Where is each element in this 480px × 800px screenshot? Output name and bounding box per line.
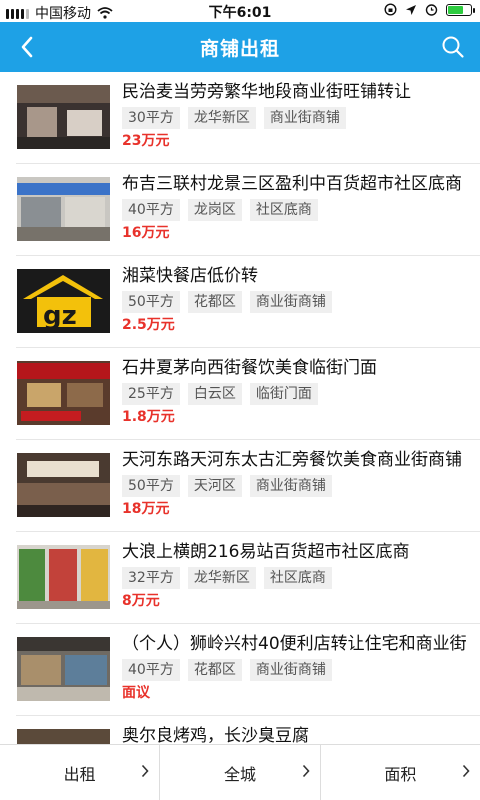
- district-tag: 龙华新区: [187, 107, 256, 129]
- listing-list[interactable]: 民治麦当劳旁繁华地段商业街旺铺转让 30平方 龙华新区 商业街商铺 23万元 布…: [0, 72, 480, 744]
- listing-photo: [17, 729, 110, 744]
- area-tag: 40平方: [122, 659, 180, 681]
- listing-price: 16万元: [122, 225, 170, 241]
- search-icon: [442, 36, 464, 58]
- type-tag: 商业街商铺: [249, 659, 332, 681]
- filter-label: 全城: [223, 764, 256, 784]
- listing-item[interactable]: 石井夏茅向西街餐饮美食临街门面 25平方 白云区 临街门面 1.8万元: [16, 348, 480, 440]
- listing-item[interactable]: 民治麦当劳旁繁华地段商业街旺铺转让 30平方 龙华新区 商业街商铺 23万元: [16, 72, 480, 164]
- filter-bar: 出租 全城 面积: [0, 744, 480, 800]
- listing-price: 8万元: [122, 593, 160, 609]
- chevron-right-icon: [142, 764, 149, 778]
- listing-price: 1.8万元: [122, 409, 175, 425]
- listing-item[interactable]: 大浪上横朗216易站百货超市社区底商 32平方 龙华新区 社区底商 8万元: [16, 532, 480, 624]
- type-tag: 社区底商: [263, 567, 332, 589]
- nav-header: 商铺出租: [0, 22, 480, 72]
- listing-title: 民治麦当劳旁繁华地段商业街旺铺转让: [122, 82, 411, 102]
- back-button[interactable]: [14, 34, 40, 60]
- status-right: [384, 3, 475, 16]
- listing-price: 18万元: [122, 501, 170, 517]
- filter-rent-type[interactable]: 出租: [0, 745, 159, 800]
- status-bar: 中国移动 下午6:01: [0, 0, 480, 22]
- listing-item[interactable]: 布吉三联村龙景三区盈利中百货超市社区底商 40平方 龙岗区 社区底商 16万元: [16, 164, 480, 256]
- listing-title: 天河东路天河东太古汇旁餐饮美食商业街商铺: [122, 450, 462, 470]
- listing-photo: [17, 453, 110, 517]
- area-tag: 50平方: [122, 475, 180, 497]
- listing-photo: [17, 545, 110, 609]
- svg-text:gz: gz: [43, 301, 77, 331]
- filter-label: 出租: [63, 764, 96, 784]
- district-tag: 龙华新区: [187, 567, 256, 589]
- listing-item[interactable]: （个人）狮岭兴村40便利店转让住宅和商业街 40平方 花都区 商业街商铺 面议: [16, 624, 480, 716]
- type-tag: 商业街商铺: [249, 475, 332, 497]
- district-tag: 花都区: [187, 659, 242, 681]
- battery-icon: [446, 3, 475, 16]
- listing-title: 大浪上横朗216易站百货超市社区底商: [122, 542, 410, 562]
- location-icon: [406, 4, 416, 15]
- district-tag: 天河区: [187, 475, 242, 497]
- chevron-right-icon: [462, 764, 470, 778]
- listing-title: 湘菜快餐店低价转: [122, 266, 258, 286]
- rotation-lock-icon: [384, 3, 397, 16]
- area-tag: 25平方: [122, 383, 180, 405]
- listing-item[interactable]: 天河东路天河东太古汇旁餐饮美食商业街商铺 50平方 天河区 商业街商铺 18万元: [16, 440, 480, 532]
- listing-photo: [17, 85, 110, 149]
- listing-photo: gz: [17, 269, 110, 333]
- filter-area[interactable]: 面积: [319, 745, 480, 800]
- listing-title: （个人）狮岭兴村40便利店转让住宅和商业街: [122, 634, 467, 654]
- area-tag: 40平方: [122, 199, 180, 221]
- listing-title: 布吉三联村龙景三区盈利中百货超市社区底商: [122, 174, 462, 194]
- chevron-right-icon: [302, 764, 310, 778]
- listing-photo: [17, 637, 110, 701]
- district-tag: 白云区: [187, 383, 242, 405]
- listing-photo: [17, 361, 110, 425]
- listing-title: 石井夏茅向西街餐饮美食临街门面: [122, 358, 377, 378]
- type-tag: 商业街商铺: [249, 291, 332, 313]
- area-tag: 32平方: [122, 567, 180, 589]
- listing-price: 2.5万元: [122, 317, 175, 333]
- district-tag: 花都区: [187, 291, 242, 313]
- back-arrow-icon: [21, 36, 33, 58]
- area-tag: 50平方: [122, 291, 180, 313]
- search-button[interactable]: [438, 32, 468, 62]
- listing-item[interactable]: 奥尔良烤鸡，长沙臭豆腐: [16, 716, 480, 744]
- listing-price: 面议: [122, 685, 150, 701]
- type-tag: 商业街商铺: [263, 107, 346, 129]
- listing-item[interactable]: gz 湘菜快餐店低价转 50平方 花都区 商业街商铺 2.5万元: [16, 256, 480, 348]
- area-tag: 30平方: [122, 107, 180, 129]
- listing-title: 奥尔良烤鸡，长沙臭豆腐: [122, 726, 309, 744]
- district-tag: 龙岗区: [187, 199, 242, 221]
- listing-photo: [17, 177, 110, 241]
- type-tag: 社区底商: [249, 199, 318, 221]
- listing-price: 23万元: [122, 133, 170, 149]
- type-tag: 临街门面: [249, 383, 318, 405]
- filter-label: 面积: [384, 764, 417, 784]
- alarm-icon: [425, 4, 438, 16]
- filter-region[interactable]: 全城: [159, 745, 319, 800]
- page-title: 商铺出租: [199, 37, 280, 60]
